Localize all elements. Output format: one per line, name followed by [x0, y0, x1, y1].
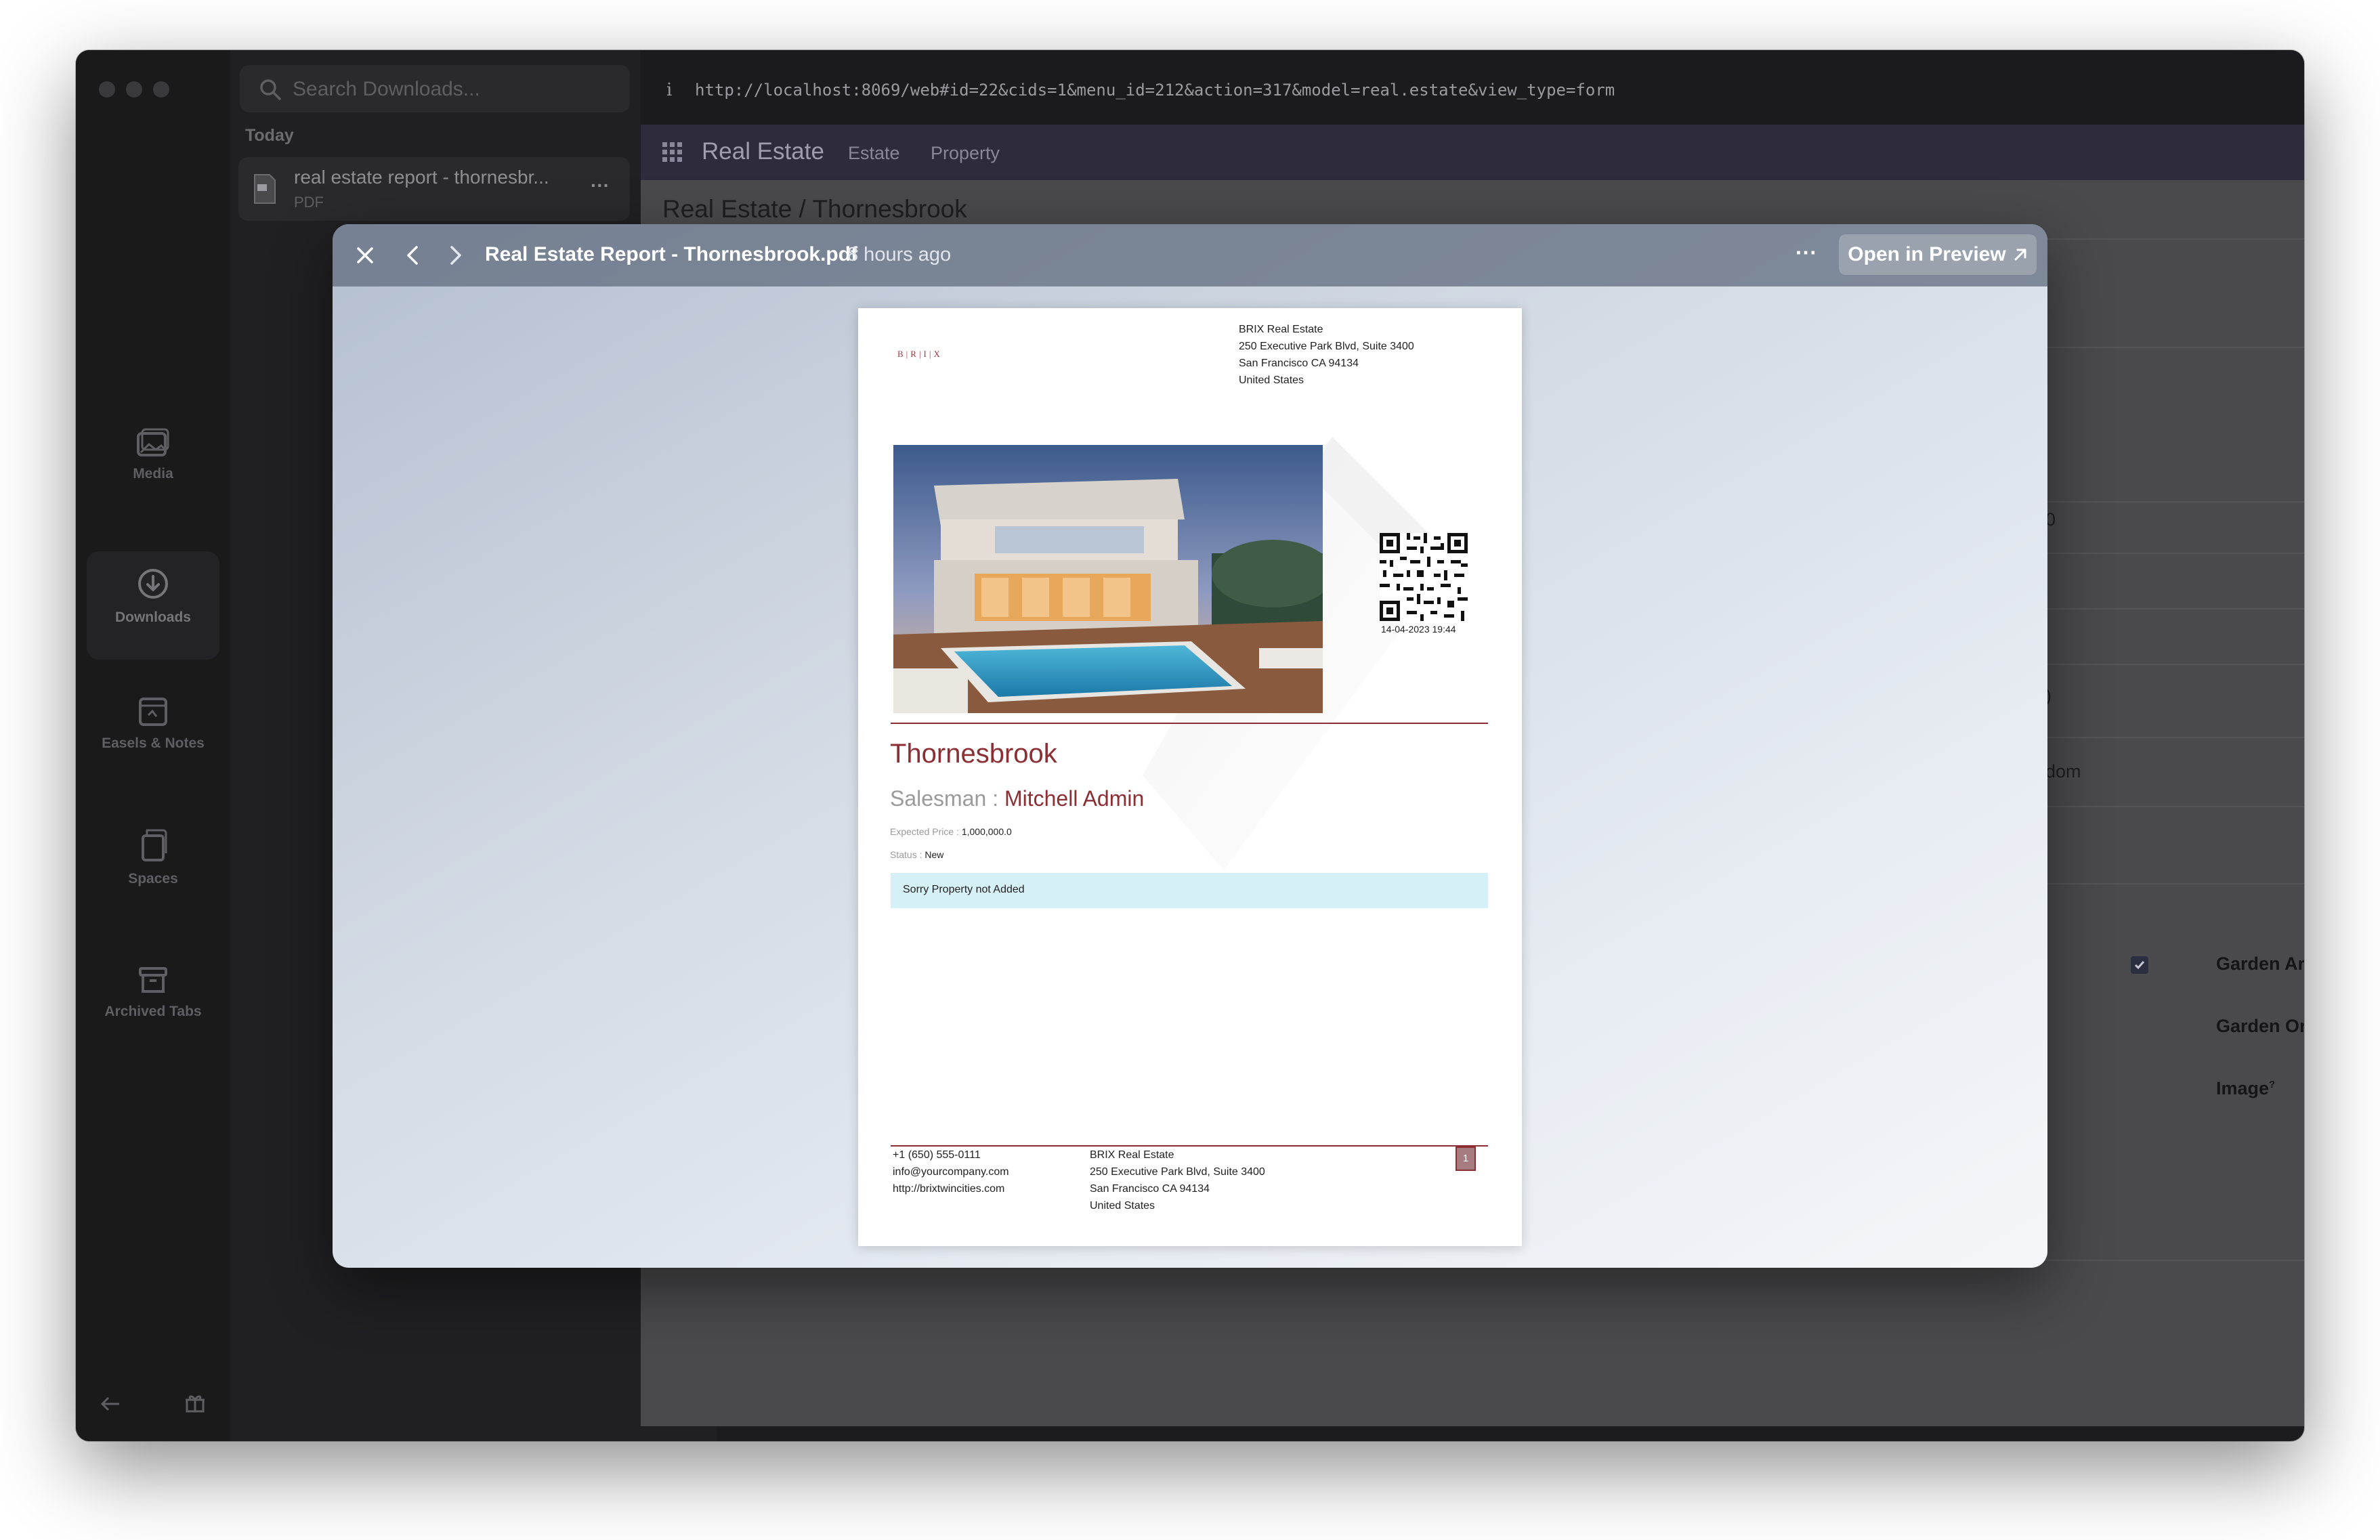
odoo-navbar: Real Estate Estate Property	[641, 125, 2304, 180]
footer-address-3: San Francisco CA 94134	[1090, 1183, 1210, 1195]
rail-item-media[interactable]: Media	[87, 427, 219, 535]
rail-label-spaces: Spaces	[128, 871, 178, 886]
item-more-button[interactable]: ···	[591, 175, 610, 196]
spaces-icon	[142, 829, 167, 861]
section-label-today: Today	[245, 126, 294, 145]
footer-website: http://brixtwincities.com	[893, 1183, 1005, 1195]
downloads-icon	[138, 569, 168, 599]
quicklook-toolbar: Real Estate Report - Thornesbrook.pdf 8 …	[333, 224, 2047, 286]
close-window-button[interactable]	[99, 81, 115, 98]
url-text[interactable]: http://localhost:8069/web#id=22&cids=1&m…	[695, 81, 1615, 100]
rail-item-easels[interactable]: Easels & Notes	[87, 696, 219, 805]
rail-label-easels: Easels & Notes	[102, 735, 205, 751]
nav-property[interactable]: Property	[931, 143, 1000, 164]
close-icon[interactable]	[356, 246, 375, 265]
company-line-3: San Francisco CA 94134	[1239, 358, 1359, 369]
expected-price-label: Expected Price :	[890, 826, 959, 837]
qr-date: 14-04-2023 19:44	[1381, 624, 1456, 635]
search-input[interactable]	[291, 65, 619, 114]
property-name: Thornesbrook	[890, 739, 1057, 769]
brix-logo: B|R|I|X	[897, 349, 943, 359]
app-title[interactable]: Real Estate	[702, 138, 824, 165]
expected-price-row: Expected Price : 1,000,000.0	[890, 826, 1012, 837]
rail-item-downloads[interactable]: Downloads	[87, 551, 219, 660]
salesman-label: Salesman :	[890, 786, 999, 811]
salesman-row: Salesman : Mitchell Admin	[890, 786, 1144, 811]
open-in-preview-label: Open in Preview	[1848, 243, 2006, 265]
download-item-type: PDF	[294, 194, 324, 211]
rail-item-archived-tabs[interactable]: Archived Tabs	[87, 964, 219, 1073]
footer-phone: +1 (650) 555-0111	[893, 1149, 981, 1161]
page-number: 1	[1455, 1147, 1476, 1171]
footer-address-2: 250 Executive Park Blvd, Suite 3400	[1090, 1166, 1265, 1178]
pdf-file-icon	[254, 174, 276, 204]
left-rail: Media Downloads Easels & Notes Spaces Ar…	[76, 50, 230, 1441]
media-icon	[137, 428, 169, 456]
footer-email: info@yourcompany.com	[893, 1166, 1009, 1178]
status-row: Status : New	[890, 849, 943, 860]
easel-icon	[139, 698, 167, 726]
arrow-up-right-icon	[2014, 249, 2026, 261]
field-label-image: Image?	[2216, 1078, 2275, 1099]
qr-code	[1380, 533, 1468, 621]
company-line-4: United States	[1239, 375, 1304, 386]
footer-address-1: BRIX Real Estate	[1090, 1149, 1174, 1161]
open-in-preview-button[interactable]: Open in Preview	[1839, 234, 2037, 275]
company-line-2: 250 Executive Park Blvd, Suite 3400	[1239, 341, 1414, 352]
garden-checkbox[interactable]	[2131, 956, 2148, 974]
file-title: Real Estate Report - Thornesbrook.pdf	[485, 243, 858, 265]
info-icon[interactable]: i	[666, 80, 672, 100]
quicklook-preview: Real Estate Report - Thornesbrook.pdf 8 …	[333, 224, 2047, 1268]
image-label: Image	[2216, 1078, 2270, 1098]
rail-label-media: Media	[133, 466, 173, 482]
status-label: Status :	[890, 849, 922, 860]
back-arrow-icon[interactable]	[99, 1395, 122, 1413]
salesman-name: Mitchell Admin	[1004, 786, 1145, 811]
pdf-page: B|R|I|X BRIX Real Estate 250 Executive P…	[858, 308, 1522, 1246]
footer-address-4: United States	[1090, 1200, 1155, 1212]
breadcrumb[interactable]: Real Estate / Thornesbrook	[662, 195, 967, 223]
footer-divider	[891, 1145, 1488, 1147]
search-icon	[260, 79, 281, 100]
partial-field-value-3: dom	[2045, 761, 2081, 782]
header-divider	[891, 723, 1488, 724]
file-time: 8 hours ago	[847, 244, 952, 265]
status-value: New	[925, 849, 944, 860]
more-options-button[interactable]: ···	[1795, 240, 1817, 265]
help-mark[interactable]: ?	[2269, 1079, 2275, 1090]
previous-icon[interactable]	[406, 244, 419, 266]
field-label-garden-orientation: Garden Orientation	[2216, 1016, 2304, 1036]
search-box	[240, 65, 630, 114]
download-item[interactable]: real estate report - thornesbr... PDF ··…	[238, 157, 630, 221]
next-icon[interactable]	[449, 244, 463, 266]
apps-grid-icon[interactable]	[662, 142, 683, 163]
alert-text: Sorry Property not Added	[903, 884, 1025, 895]
property-photo	[893, 445, 1323, 713]
rail-label-archived-tabs: Archived Tabs	[104, 1004, 202, 1019]
nav-estate[interactable]: Estate	[848, 143, 900, 164]
checkmark-icon	[2134, 961, 2145, 970]
address-bar[interactable]: i http://localhost:8069/web#id=22&cids=1…	[641, 50, 2304, 125]
rail-item-spaces[interactable]: Spaces	[87, 828, 219, 936]
field-label-garden-area: Garden Area?	[2216, 954, 2304, 975]
archive-icon	[139, 967, 167, 993]
download-item-name: real estate report - thornesbr...	[294, 167, 549, 188]
rail-label-downloads: Downloads	[114, 609, 191, 625]
alert-box: Sorry Property not Added	[891, 873, 1488, 908]
zoom-window-button[interactable]	[153, 81, 169, 98]
garden-area-label: Garden Area	[2216, 954, 2304, 974]
minimize-window-button[interactable]	[126, 81, 142, 98]
expected-price-value: 1,000,000.0	[961, 826, 1012, 837]
company-line-1: BRIX Real Estate	[1239, 324, 1323, 335]
gift-icon[interactable]	[184, 1392, 206, 1414]
